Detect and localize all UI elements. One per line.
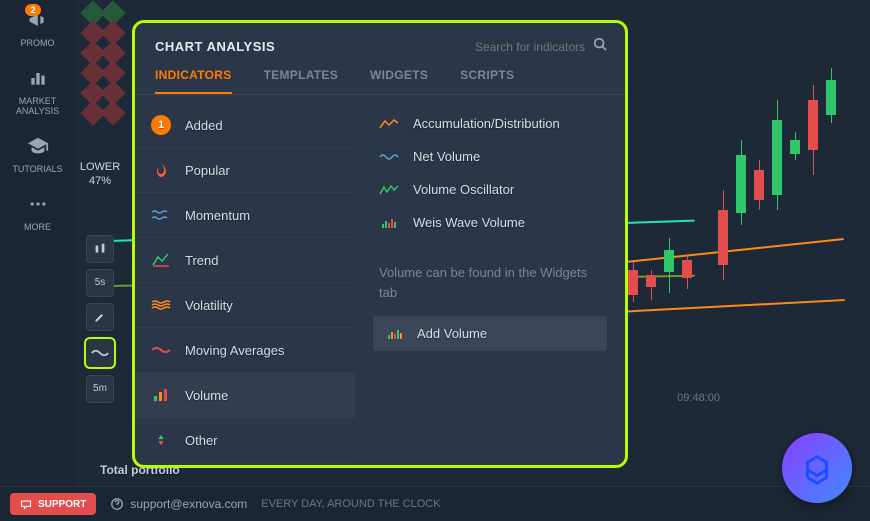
net-volume-icon <box>379 150 399 164</box>
category-label: Added <box>185 118 223 133</box>
category-trend[interactable]: Trend <box>135 238 355 283</box>
category-momentum[interactable]: Momentum <box>135 193 355 238</box>
support-email[interactable]: support@exnova.com <box>110 497 247 511</box>
volume-bars-icon <box>151 385 171 405</box>
indicator-label: Net Volume <box>413 149 480 164</box>
support-button[interactable]: SUPPORT <box>10 493 96 515</box>
pencil-tool-button[interactable] <box>86 303 114 331</box>
category-label: Volatility <box>185 298 233 313</box>
category-popular[interactable]: Popular <box>135 148 355 193</box>
category-label: Moving Averages <box>185 343 285 358</box>
flame-icon <box>151 160 171 180</box>
indicator-label: Accumulation/Distribution <box>413 116 560 131</box>
indicator-label: Weis Wave Volume <box>413 215 525 230</box>
indicator-weis-wave[interactable]: Weis Wave Volume <box>373 206 607 239</box>
chart-analysis-popover: CHART ANALYSIS INDICATORS TEMPLATES WIDG… <box>132 20 628 468</box>
candlestick-type-button[interactable] <box>86 235 114 263</box>
add-volume-label: Add Volume <box>417 326 487 341</box>
indicator-accumulation-distribution[interactable]: Accumulation/Distribution <box>373 107 607 140</box>
widget-hint: Volume can be found in the Widgets tab <box>373 239 607 316</box>
waves-icon <box>151 205 171 225</box>
category-list: 1 Added Popular Momentum Trend Volatilit… <box>135 95 355 455</box>
indicator-volume-oscillator[interactable]: Volume Oscillator <box>373 173 607 206</box>
sidebar-label: MARKET ANALYSIS <box>0 96 75 116</box>
left-sidebar: 2 PROMO MARKET ANALYSIS TUTORIALS MORE <box>0 0 75 520</box>
sidebar-item-promo[interactable]: 2 PROMO <box>20 8 54 48</box>
dots-icon <box>26 192 50 216</box>
trend-icon <box>151 250 171 270</box>
sidebar-item-more[interactable]: MORE <box>24 192 51 232</box>
volatility-icon <box>151 295 171 315</box>
tab-widgets[interactable]: WIDGETS <box>370 68 428 94</box>
category-label: Volume <box>185 388 228 403</box>
indicator-label: Volume Oscillator <box>413 182 514 197</box>
sidebar-label: PROMO <box>20 38 54 48</box>
sidebar-label: MORE <box>24 222 51 232</box>
category-label: Popular <box>185 163 230 178</box>
lower-label: LOWER 47% <box>80 160 120 189</box>
candlestick-group <box>610 60 860 360</box>
category-label: Other <box>185 433 218 448</box>
timeframe-5s-button[interactable]: 5s <box>86 269 114 297</box>
weis-bars-icon <box>379 216 399 230</box>
search-icon[interactable] <box>593 37 607 56</box>
other-icon <box>151 430 171 450</box>
timeframe-5m-button[interactable]: 5m <box>86 375 114 403</box>
diamond-pattern <box>78 0 138 160</box>
category-moving-averages[interactable]: Moving Averages <box>135 328 355 373</box>
tab-indicators[interactable]: INDICATORS <box>155 68 232 94</box>
graduation-cap-icon <box>26 134 50 158</box>
add-volume-button[interactable]: Add Volume <box>373 316 607 351</box>
indicator-panel: Accumulation/Distribution Net Volume Vol… <box>355 95 625 455</box>
sidebar-item-tutorials[interactable]: TUTORIALS <box>12 134 62 174</box>
category-other[interactable]: Other <box>135 418 355 463</box>
tab-templates[interactable]: TEMPLATES <box>264 68 338 94</box>
added-count-badge: 1 <box>151 115 171 135</box>
indicators-tool-button[interactable] <box>84 337 116 369</box>
sidebar-label: TUTORIALS <box>12 164 62 174</box>
indicator-net-volume[interactable]: Net Volume <box>373 140 607 173</box>
oscillator-icon <box>379 183 399 197</box>
category-added[interactable]: 1 Added <box>135 103 355 148</box>
moving-avg-icon <box>151 340 171 360</box>
chart-time: 09:48:00 <box>677 392 720 404</box>
line-icon <box>379 117 399 131</box>
volume-bars-icon <box>385 327 405 341</box>
bottom-bar: SUPPORT support@exnova.com EVERY DAY, AR… <box>0 486 870 521</box>
category-label: Momentum <box>185 208 250 223</box>
category-label: Trend <box>185 253 218 268</box>
tab-scripts[interactable]: SCRIPTS <box>460 68 514 94</box>
promo-badge: 2 <box>25 4 40 16</box>
category-volatility[interactable]: Volatility <box>135 283 355 328</box>
category-volume[interactable]: Volume <box>135 373 355 418</box>
sidebar-item-market[interactable]: MARKET ANALYSIS <box>0 66 75 116</box>
support-label: SUPPORT <box>38 499 86 510</box>
support-hours: EVERY DAY, AROUND THE CLOCK <box>261 498 440 510</box>
chart-toolbar: LOWER 47% 5s 5m <box>85 160 115 403</box>
search-input[interactable] <box>455 40 585 54</box>
brand-logo[interactable] <box>782 433 852 503</box>
bar-chart-icon <box>26 66 50 90</box>
